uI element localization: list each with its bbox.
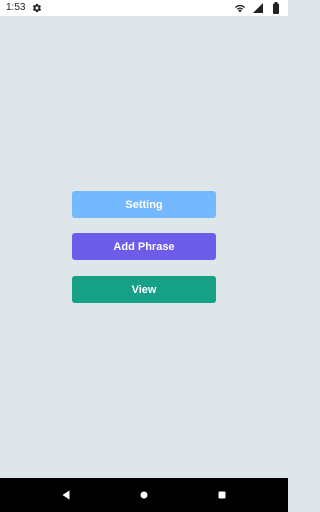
- battery-icon: [270, 2, 282, 14]
- status-bar: 1:53: [0, 0, 288, 16]
- add-phrase-button[interactable]: Add Phrase: [72, 233, 216, 260]
- status-left: 1:53: [6, 0, 43, 16]
- wifi-icon: [234, 2, 246, 14]
- status-right: [234, 2, 282, 14]
- view-button[interactable]: View: [72, 276, 216, 303]
- signal-icon: [252, 2, 264, 14]
- back-icon[interactable]: [54, 483, 78, 507]
- home-icon[interactable]: [132, 483, 156, 507]
- navigation-bar: [0, 478, 288, 512]
- main-content: Setting Add Phrase View: [0, 16, 288, 478]
- gear-icon: [31, 2, 43, 14]
- recents-icon[interactable]: [210, 483, 234, 507]
- setting-button[interactable]: Setting: [72, 191, 216, 218]
- status-time: 1:53: [6, 2, 26, 13]
